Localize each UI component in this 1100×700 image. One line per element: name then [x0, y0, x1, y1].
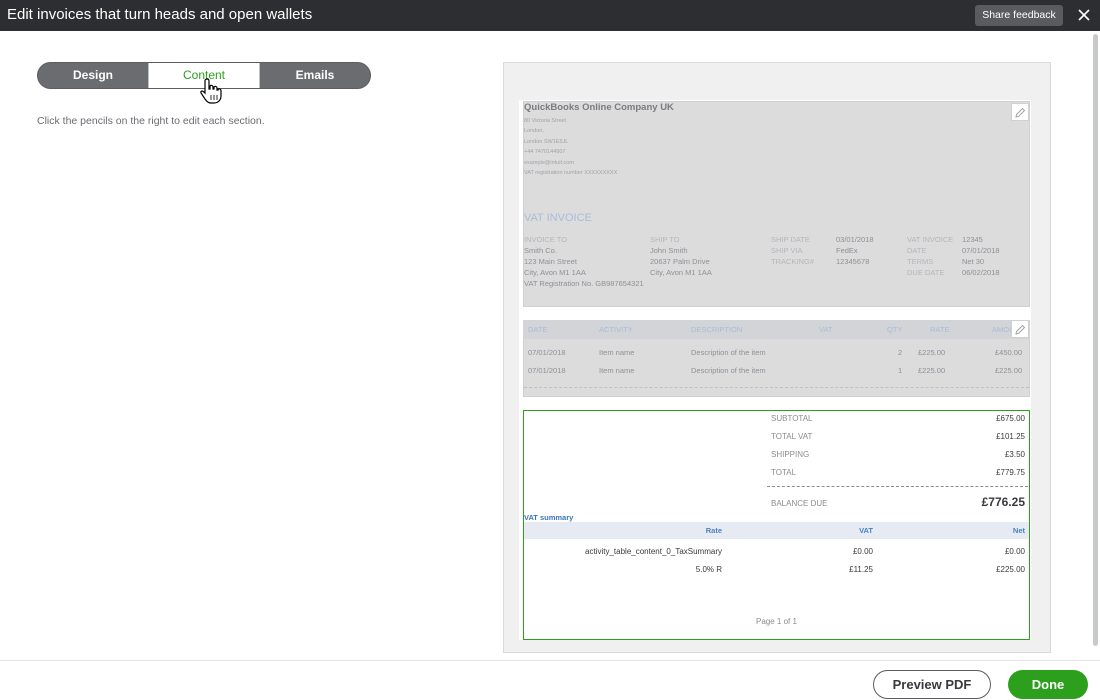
scrollbar[interactable] — [1093, 34, 1098, 646]
subtotal-label: SUBTOTAL — [771, 414, 813, 423]
share-feedback-button[interactable]: Share feedback — [975, 5, 1063, 26]
table-row-description: Description of the item — [691, 348, 766, 357]
done-button[interactable]: Done — [1008, 670, 1088, 699]
invoice-to-line: 123 Main Street — [524, 257, 577, 266]
tracking-value: 12345678 — [836, 257, 870, 266]
ship-to-line: 20637 Palm Drive — [650, 257, 710, 266]
vat-invoice-label: VAT INVOICE — [907, 235, 954, 244]
company-vat-number: VAT registration number XXXXXXXXX — [524, 170, 618, 176]
total-value: £779.75 — [996, 468, 1025, 477]
company-email: example@intuit.com — [524, 160, 574, 166]
tab-emails[interactable]: Emails — [260, 63, 370, 88]
total-vat-label: TOTAL VAT — [771, 432, 813, 441]
top-bar: Edit invoices that turn heads and open w… — [0, 0, 1100, 31]
terms-label: TERMS — [907, 257, 934, 266]
balance-due-value: £776.25 — [981, 495, 1025, 509]
vat-summary-header — [524, 522, 1029, 539]
table-row-activity: Item name — [599, 348, 635, 357]
table-row-rate: £225.00 — [918, 366, 946, 375]
total-label: TOTAL — [771, 468, 797, 477]
hand-cursor-icon — [200, 78, 222, 104]
invoice-to-line: Smith Co. — [524, 246, 557, 255]
pencil-icon — [1015, 324, 1026, 335]
company-address-line: 80 Victoria Street — [524, 118, 567, 124]
col-vat: VAT — [819, 325, 833, 334]
company-name: QuickBooks Online Company UK — [524, 102, 674, 113]
vat-summary-rate: 5.0% R — [695, 565, 722, 574]
table-row-qty: 1 — [898, 366, 903, 375]
invoice-to-line: VAT Registration No. GB987654321 — [524, 279, 644, 288]
close-icon[interactable] — [1076, 7, 1092, 23]
invoice-heading: VAT INVOICE — [524, 212, 592, 224]
vat-summary-title: VAT summary — [524, 513, 574, 522]
due-date-label: DUE DATE — [907, 268, 945, 277]
col-activity: ACTIVITY — [599, 325, 633, 334]
table-row-description: Description of the item — [691, 366, 766, 375]
ship-to-line: John Smith — [650, 246, 688, 255]
table-row-activity: Item name — [599, 366, 635, 375]
pencil-icon — [1015, 107, 1026, 118]
tracking-label: TRACKING# — [771, 257, 814, 266]
totals-divider — [767, 486, 1028, 487]
ship-to-label: SHIP TO — [650, 235, 680, 244]
vat-summary-col-vat: VAT — [859, 526, 873, 535]
date-label: DATE — [907, 246, 927, 255]
vat-summary-net: £0.00 — [1004, 547, 1025, 556]
vat-summary-vat: £11.25 — [849, 565, 873, 574]
vat-summary-vat: £0.00 — [852, 547, 873, 556]
col-description: DESCRIPTION — [691, 325, 743, 334]
terms-value: Net 30 — [962, 257, 985, 266]
table-row-qty: 2 — [898, 348, 903, 357]
page-number: Page 1 of 1 — [756, 617, 797, 626]
edit-table-pencil[interactable] — [1011, 320, 1029, 338]
col-qty: QTY — [887, 325, 903, 334]
table-row-rate: £225.00 — [918, 348, 946, 357]
company-address-line: London SW1E5JL — [524, 139, 569, 145]
tab-design[interactable]: Design — [38, 63, 148, 88]
ship-via-label: SHIP VIA — [771, 246, 803, 255]
col-date: DATE — [528, 325, 548, 334]
vat-summary-rate: activity_table_content_0_TaxSummary — [585, 547, 722, 556]
company-phone: +44 7470144907 — [524, 149, 566, 155]
shipping-label: SHIPPING — [771, 450, 810, 459]
edit-header-pencil[interactable] — [1011, 103, 1029, 121]
vat-summary-col-rate: Rate — [705, 526, 722, 535]
col-rate: RATE — [930, 325, 950, 334]
preview-pdf-button[interactable]: Preview PDF — [873, 670, 991, 699]
page-title: Edit invoices that turn heads and open w… — [7, 6, 313, 23]
ship-date-value: 03/01/2018 — [836, 235, 874, 244]
instruction-text: Click the pencils on the right to edit e… — [37, 115, 265, 127]
vat-summary-net: £225.00 — [996, 565, 1025, 574]
invoice-header-section[interactable] — [523, 101, 1030, 307]
table-divider — [524, 387, 1029, 388]
ship-date-label: SHIP DATE — [771, 235, 810, 244]
footer-divider — [0, 660, 1100, 661]
shipping-value: £3.50 — [1004, 450, 1025, 459]
due-date-value: 06/02/2018 — [962, 268, 1000, 277]
table-row-date: 07/01/2018 — [528, 366, 566, 375]
vat-summary-col-net: Net — [1012, 526, 1025, 535]
balance-due-label: BALANCE DUE — [771, 499, 828, 508]
table-row-date: 07/01/2018 — [528, 348, 566, 357]
company-address-line: London, — [524, 128, 544, 134]
date-value: 07/01/2018 — [962, 246, 1000, 255]
invoice-to-label: INVOICE TO — [524, 235, 568, 244]
ship-via-value: FedEx — [836, 246, 858, 255]
invoice-to-line: City, Avon M1 1AA — [524, 268, 586, 277]
table-row-amount: £225.00 — [995, 366, 1023, 375]
total-vat-value: £101.25 — [996, 432, 1025, 441]
table-row-amount: £450.00 — [995, 348, 1023, 357]
vat-invoice-value: 12345 — [962, 235, 983, 244]
ship-to-line: City, Avon M1 1AA — [650, 268, 712, 277]
subtotal-value: £675.00 — [996, 414, 1025, 423]
